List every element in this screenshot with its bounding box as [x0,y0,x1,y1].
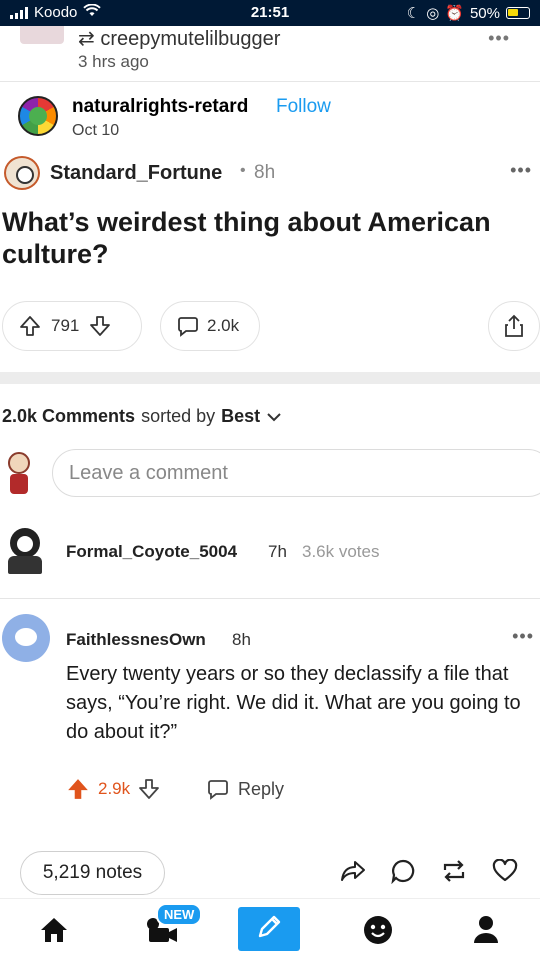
comment-count-pill: 2.0k [160,301,260,351]
more-dots-icon: ••• [512,626,534,646]
comment-age: 8h [232,630,251,649]
comment-username: Formal_Coyote_5004 [66,542,238,561]
reblog-time: 3 hrs ago [78,52,149,71]
notes-button[interactable]: 5,219 notes [20,851,165,895]
battery-percent: 50% [469,4,500,22]
comment-input: Leave a comment [52,449,540,497]
reblog-header: ⇄ creepymutelilbugger 3 hrs ago ••• [0,26,540,82]
comment-vote-row: 2.9k [66,774,160,804]
collapsed-comment: Formal_Coyote_5004 7h 3.6k votes [0,526,540,578]
home-icon[interactable] [30,909,78,951]
comment-bubble-icon [206,778,230,800]
op-date: Oct 10 [72,122,120,139]
account-icon[interactable] [462,909,510,951]
avatar[interactable] [18,96,58,136]
section-divider [0,372,540,384]
heart-icon[interactable] [492,858,518,883]
reply-label: Reply [238,778,285,799]
more-dots-icon: ••• [510,160,532,180]
sort-value: Best [221,406,261,426]
reblog-icon[interactable] [440,859,468,883]
comment-count: 2.0k [207,316,240,335]
comment-username: FaithlessnesOwn [66,630,206,649]
comment-count-label: 2.0k Comments [2,406,136,426]
moon-icon: ☾ [406,5,421,22]
vote-count: 791 [51,316,80,335]
share-icon[interactable] [340,859,366,883]
reddit-post-title: What’s weirdest thing about American cul… [2,207,491,269]
status-icons: ☾ ◎ ⏰ 50% [407,4,530,22]
reply-bubble-icon[interactable] [390,858,416,885]
avatar [6,526,44,576]
comment-score: 2.9k [98,779,131,798]
reblog-username[interactable]: ⇄ creepymutelilbugger [78,26,280,51]
downvote-icon [89,315,111,337]
reddit-post-header: Standard_Fortune • 8h ••• [0,154,540,194]
divider [0,598,540,599]
comment-votes: 3.6k votes [302,542,380,561]
sorted-by-text: sorted by [141,406,216,426]
avatar [2,614,50,662]
chevron-down-icon [266,411,282,423]
status-bar: Koodo 21:51 ☾ ◎ ⏰ 50% [0,0,540,26]
op-username[interactable]: naturalrights-retard [72,96,248,118]
activity-smiley-icon[interactable] [354,909,402,951]
pencil-icon [255,913,283,946]
downvote-icon [138,778,160,800]
post-actions [340,858,518,885]
follow-button[interactable]: Follow [276,96,331,118]
compose-button[interactable] [238,907,300,951]
bottom-nav: NEW [0,898,540,960]
new-badge: NEW [156,903,203,926]
upvote-filled-icon [66,777,90,801]
alarm-icon: ⏰ [445,5,464,22]
upvote-icon [19,315,41,337]
reblog-icon: ⇄ [78,28,95,50]
op-header: naturalrights-retard Follow Oct 10 [0,92,540,144]
comment-bubble-icon [177,315,199,337]
location-icon: ◎ [426,5,440,22]
avatar [4,452,34,496]
share-icon [503,314,525,338]
avatar [4,156,40,190]
comment-body: Every twenty years or so they declassify… [66,663,521,743]
avatar[interactable] [20,26,64,44]
reddit-username: Standard_Fortune [50,162,223,184]
comment-age: 7h [268,542,287,561]
vote-pill: 791 [2,301,142,351]
battery-icon [506,7,530,19]
separator-dot: • [240,162,246,179]
reply-button: Reply [206,774,284,804]
share-pill [488,301,540,351]
comment-sort-row: 2.0k Comments sorted by Best [2,406,282,427]
reddit-post-age: 8h [254,162,276,183]
more-dots-icon[interactable]: ••• [488,28,510,49]
